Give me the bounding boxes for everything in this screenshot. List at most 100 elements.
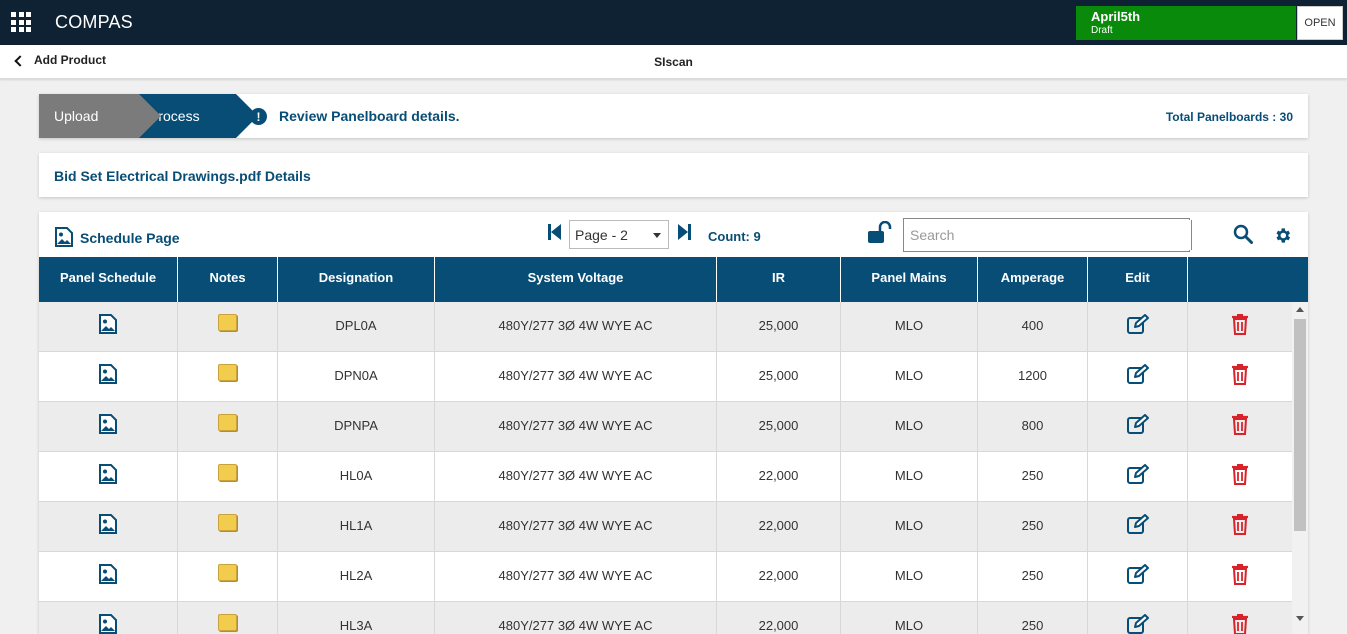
col-amperage[interactable]: Amperage (978, 257, 1088, 302)
chevron-left-icon (14, 54, 26, 67)
edit-cell (1088, 352, 1188, 401)
image-icon[interactable] (99, 364, 117, 387)
project-name: April5th (1091, 9, 1141, 24)
sticky-note-icon[interactable] (218, 464, 237, 481)
edit-cell (1088, 402, 1188, 451)
table-row[interactable]: HL3A 480Y/277 3Ø 4W WYE AC 22,000 MLO 250 (39, 602, 1292, 634)
sticky-note-icon[interactable] (218, 364, 237, 381)
notes-cell (178, 602, 278, 634)
image-icon[interactable] (99, 414, 117, 437)
gear-icon[interactable] (1273, 226, 1292, 245)
trash-icon[interactable] (1231, 563, 1249, 588)
trash-icon[interactable] (1231, 513, 1249, 538)
delete-cell (1188, 602, 1292, 634)
system-voltage-cell: 480Y/277 3Ø 4W WYE AC (435, 602, 717, 634)
sticky-note-icon[interactable] (218, 514, 237, 531)
edit-cell (1088, 502, 1188, 551)
panel-mains-cell: MLO (841, 602, 978, 634)
image-icon[interactable] (99, 514, 117, 537)
file-details-card[interactable]: Bid Set Electrical Drawings.pdf Details (39, 153, 1308, 197)
col-ir[interactable]: IR (717, 257, 841, 302)
schedule-page-title[interactable]: Schedule Page (80, 230, 180, 246)
col-designation[interactable]: Designation (278, 257, 435, 302)
apps-grid-icon[interactable] (11, 12, 31, 32)
table-scrollbar[interactable] (1292, 302, 1308, 634)
notes-cell (178, 302, 278, 351)
image-icon[interactable] (99, 464, 117, 487)
panel-schedule-cell (39, 352, 178, 401)
col-delete (1188, 257, 1308, 302)
search-input[interactable] (906, 220, 1192, 250)
col-notes[interactable]: Notes (178, 257, 278, 302)
amperage-cell: 250 (978, 552, 1088, 601)
image-icon[interactable] (99, 614, 117, 634)
edit-icon[interactable] (1126, 514, 1149, 537)
chevron-down-icon (653, 233, 661, 238)
designation-cell: DPL0A (278, 302, 435, 351)
edit-icon[interactable] (1126, 564, 1149, 587)
amperage-cell: 400 (978, 302, 1088, 351)
image-icon[interactable] (55, 227, 73, 247)
skip-first-icon[interactable] (548, 223, 561, 241)
project-selector[interactable]: April5th Draft (1076, 6, 1296, 40)
edit-icon[interactable] (1126, 464, 1149, 487)
edit-cell (1088, 452, 1188, 501)
unlock-icon[interactable] (868, 221, 892, 243)
panel-schedule-cell (39, 402, 178, 451)
back-label: Add Product (34, 53, 106, 67)
back-button[interactable]: Add Product (14, 53, 106, 67)
table-row[interactable]: HL2A 480Y/277 3Ø 4W WYE AC 22,000 MLO 250 (39, 552, 1292, 602)
skip-last-icon[interactable] (678, 223, 691, 241)
delete-cell (1188, 352, 1292, 401)
system-voltage-cell: 480Y/277 3Ø 4W WYE AC (435, 352, 717, 401)
notes-cell (178, 502, 278, 551)
table-body: DPL0A 480Y/277 3Ø 4W WYE AC 25,000 MLO 400 DP… (39, 302, 1292, 634)
sticky-note-icon[interactable] (218, 414, 237, 431)
scroll-up-arrow[interactable] (1296, 307, 1304, 312)
sticky-note-icon[interactable] (218, 564, 237, 581)
col-panel-schedule[interactable]: Panel Schedule (39, 257, 178, 302)
sticky-note-icon[interactable] (218, 314, 237, 331)
scroll-thumb[interactable] (1294, 319, 1306, 531)
search-box (903, 218, 1192, 252)
edit-icon[interactable] (1126, 614, 1149, 634)
edit-icon[interactable] (1126, 314, 1149, 337)
sticky-note-icon[interactable] (218, 614, 237, 631)
step-upload[interactable]: Upload (39, 94, 161, 138)
open-button[interactable]: OPEN (1297, 6, 1343, 40)
delete-cell (1188, 402, 1292, 451)
system-voltage-cell: 480Y/277 3Ø 4W WYE AC (435, 402, 717, 451)
notes-cell (178, 352, 278, 401)
table-row[interactable]: DPN0A 480Y/277 3Ø 4W WYE AC 25,000 MLO 1200 (39, 352, 1292, 402)
table-row[interactable]: HL0A 480Y/277 3Ø 4W WYE AC 22,000 MLO 250 (39, 452, 1292, 502)
col-system-voltage[interactable]: System Voltage (435, 257, 717, 302)
edit-icon[interactable] (1126, 364, 1149, 387)
panel-schedule-cell (39, 602, 178, 634)
image-icon[interactable] (99, 314, 117, 337)
page-select-value: Page - 2 (575, 226, 628, 243)
edit-cell (1088, 302, 1188, 351)
trash-icon[interactable] (1231, 363, 1249, 388)
panel-schedule-cell (39, 502, 178, 551)
trash-icon[interactable] (1231, 613, 1249, 634)
panel-mains-cell: MLO (841, 552, 978, 601)
panel-schedule-cell (39, 302, 178, 351)
delete-cell (1188, 302, 1292, 351)
table-row[interactable]: DPL0A 480Y/277 3Ø 4W WYE AC 25,000 MLO 400 (39, 302, 1292, 352)
image-icon[interactable] (99, 564, 117, 587)
trash-icon[interactable] (1231, 463, 1249, 488)
trash-icon[interactable] (1231, 413, 1249, 438)
search-icon[interactable] (1233, 224, 1253, 244)
table-row[interactable]: DPNPA 480Y/277 3Ø 4W WYE AC 25,000 MLO 800 (39, 402, 1292, 452)
table-row[interactable]: HL1A 480Y/277 3Ø 4W WYE AC 22,000 MLO 250 (39, 502, 1292, 552)
ir-cell: 22,000 (717, 552, 841, 601)
designation-cell: HL0A (278, 452, 435, 501)
col-panel-mains[interactable]: Panel Mains (841, 257, 978, 302)
edit-icon[interactable] (1126, 414, 1149, 437)
review-message: Review Panelboard details. (279, 108, 460, 124)
scroll-down-arrow[interactable] (1296, 616, 1304, 621)
trash-icon[interactable] (1231, 313, 1249, 338)
designation-cell: DPNPA (278, 402, 435, 451)
page-select[interactable]: Page - 2 (569, 220, 669, 249)
file-details-title: Bid Set Electrical Drawings.pdf Details (54, 168, 311, 184)
